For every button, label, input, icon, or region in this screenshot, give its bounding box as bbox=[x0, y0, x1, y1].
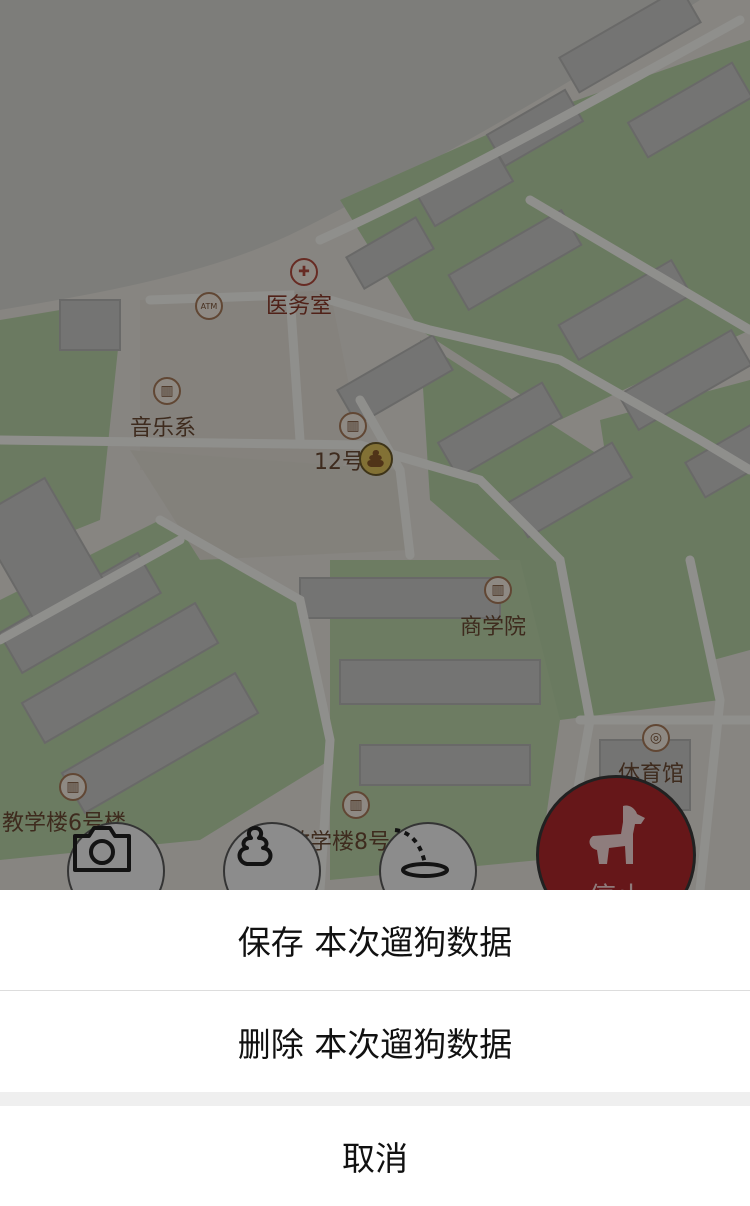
map-view[interactable]: ✚ ATM ▥ ▥ ▥ ◎ ▥ ▥ 医务室 音乐系 12号 商学院 体育馆 教学… bbox=[0, 0, 750, 935]
camera-icon bbox=[73, 826, 131, 872]
building-icon: ▥ bbox=[484, 576, 512, 604]
atm-label: ATM bbox=[200, 301, 218, 311]
action-sheet: 保存 本次遛狗数据 删除 本次遛狗数据 取消 bbox=[0, 890, 750, 1206]
delete-walk-data-label: 删除 本次遛狗数据 bbox=[237, 1024, 513, 1064]
poop-icon bbox=[237, 826, 273, 866]
delete-walk-data-button[interactable]: 删除 本次遛狗数据 bbox=[0, 991, 750, 1092]
save-walk-data-button[interactable]: 保存 本次遛狗数据 bbox=[0, 890, 750, 990]
map-label-business: 商学院 bbox=[460, 615, 527, 640]
atm-icon: ATM bbox=[195, 292, 223, 320]
poop-marker-glyph bbox=[367, 450, 384, 467]
map-label-building12: 12号 bbox=[314, 450, 364, 475]
building-icon: ▥ bbox=[342, 791, 370, 819]
save-walk-data-label: 保存 本次遛狗数据 bbox=[237, 923, 513, 962]
map-label-clinic: 医务室 bbox=[266, 294, 333, 319]
building-icon: ▥ bbox=[339, 412, 367, 440]
building-icon: ▥ bbox=[59, 773, 87, 801]
hospital-icon: ✚ bbox=[290, 258, 318, 286]
dog-icon bbox=[589, 805, 645, 864]
pee-icon bbox=[394, 828, 449, 878]
screen: ✚ ATM ▥ ▥ ▥ ◎ ▥ ▥ 医务室 音乐系 12号 商学院 体育馆 教学… bbox=[0, 0, 750, 1206]
poop-marker-icon[interactable] bbox=[359, 442, 393, 476]
cancel-button[interactable]: 取消 bbox=[0, 1106, 750, 1206]
stadium-icon: ◎ bbox=[642, 724, 670, 752]
building-icon: ▥ bbox=[153, 377, 181, 405]
map-label-music: 音乐系 bbox=[130, 416, 197, 441]
cancel-label: 取消 bbox=[342, 1139, 408, 1178]
